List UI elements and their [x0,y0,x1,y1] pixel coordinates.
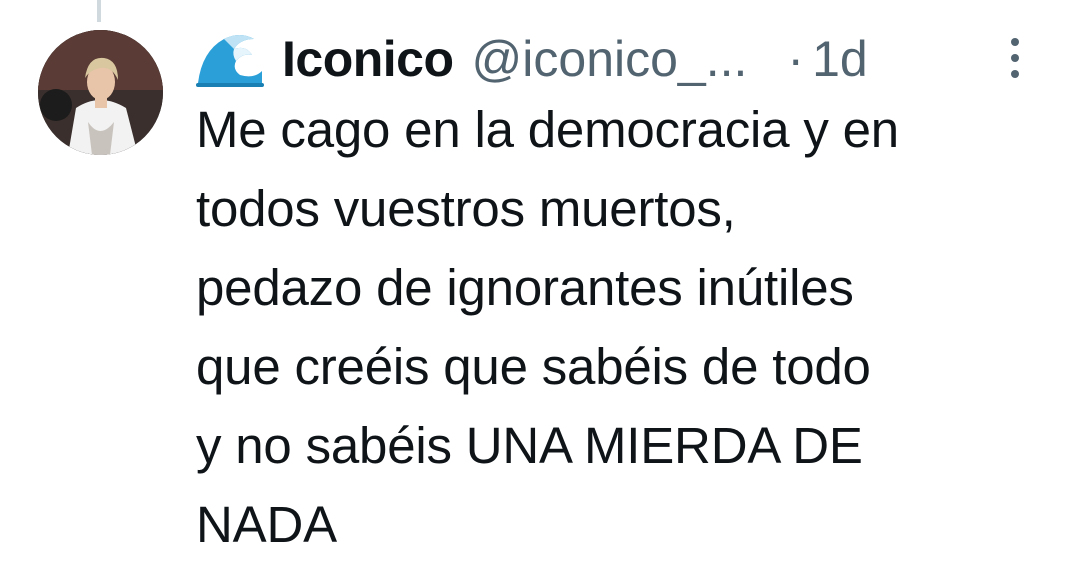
tweet-header: Iconico @iconico_... · 1d [194,28,1044,90]
avatar-image [38,30,163,155]
avatar[interactable] [38,30,163,155]
thread-connector-line [97,0,101,22]
tweet-timestamp[interactable]: 1d [812,30,868,88]
separator-dot: · [787,31,805,87]
author-handle[interactable]: @iconico_... [472,30,748,88]
tweet-text: Me cago en la democracia y en todos vues… [196,101,899,553]
author-display-name[interactable]: Iconico [282,30,454,88]
wave-icon [196,35,264,87]
more-vertical-icon[interactable] [1007,36,1023,80]
